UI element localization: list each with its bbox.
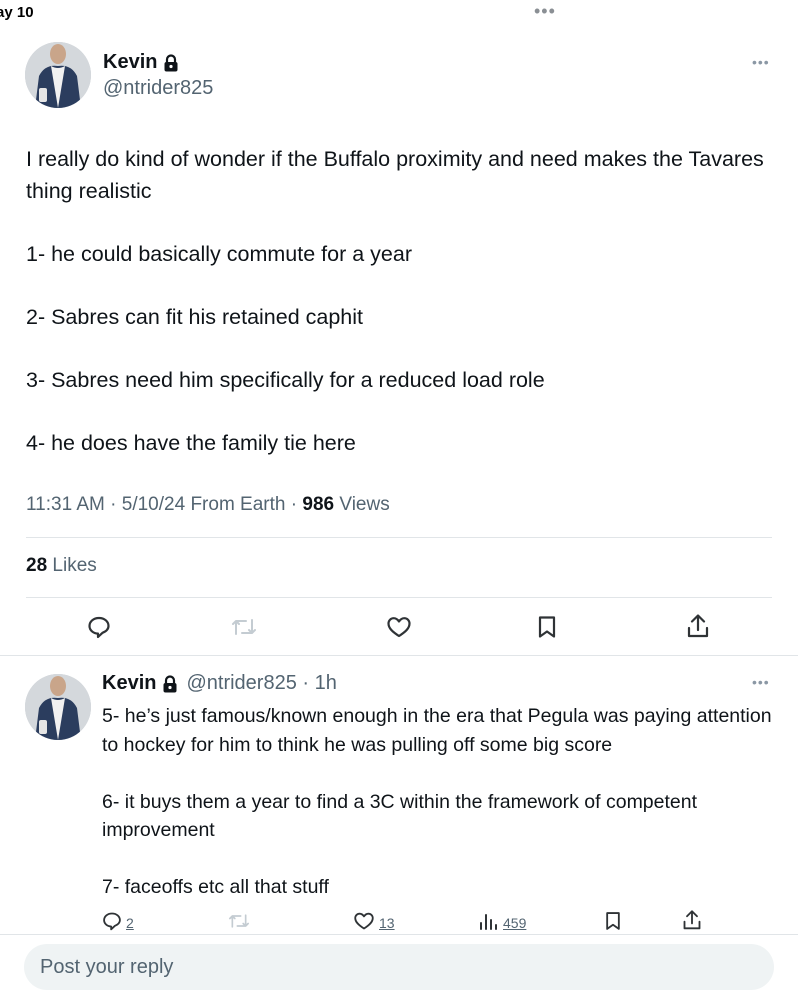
tweet-paragraph: 2- Sabres can fit his retained caphit [26,304,364,329]
reply-icon [102,911,122,934]
retweet-button[interactable] [231,615,257,639]
views-count: 986 [302,494,335,515]
status-bar: ay 10 ••• [0,0,798,24]
reply-paragraph: 6- it buys them a year to find a 3C with… [102,790,698,842]
reply-icon [87,615,111,639]
reply-avatar[interactable] [25,674,91,740]
reply-reply-button[interactable]: 2 [102,911,134,934]
views-label: Views [339,494,390,515]
divider [26,597,772,598]
divider [0,655,798,656]
reply-view-count: 459 [503,914,527,931]
multitask-dots-icon[interactable]: ••• [534,2,556,20]
reply-share-button[interactable] [682,909,702,934]
author-name[interactable]: Kevin [103,51,157,74]
tweet-time[interactable]: 11:31 AM [26,494,105,515]
like-button[interactable] [386,615,412,639]
reply-retweet-button[interactable] [228,911,250,934]
reply-button[interactable] [87,615,111,639]
bookmark-icon [537,615,557,639]
share-button[interactable] [686,613,710,639]
reply-count: 2 [126,914,134,931]
reply-placeholder: Post your reply [40,956,174,978]
status-time: ay 10 [0,4,34,21]
likes-count: 28 [26,555,48,576]
lock-icon [162,674,178,693]
reply-author-handle[interactable]: @ntrider825 [186,672,296,695]
bookmark-button[interactable] [537,615,557,639]
reply-text: 5- he’s just famous/known enough in the … [102,702,772,902]
tweet-paragraph: 1- he could basically commute for a year [26,241,412,266]
lock-icon [163,53,179,72]
share-icon [682,909,702,934]
likes-label: Likes [52,555,97,576]
likes-summary[interactable]: 28 Likes [26,555,97,577]
like-icon [386,615,412,639]
reply-bookmark-button[interactable] [604,911,622,934]
reply-paragraph: 7- faceoffs etc all that stuff [102,876,329,898]
tweet-date[interactable]: 5/10/24 [122,494,185,515]
more-icon[interactable]: ••• [752,674,770,690]
share-icon [686,613,710,639]
avatar[interactable] [25,42,91,108]
reply-like-button[interactable]: 13 [353,911,395,934]
reply-author-name[interactable]: Kevin [102,672,156,695]
tweet-paragraph: 3- Sabres need him specifically for a re… [26,367,545,392]
reply-age[interactable]: 1h [315,672,337,695]
tweet-text: I really do kind of wonder if the Buffal… [26,144,766,459]
retweet-icon [228,911,250,934]
author-row: Kevin [103,51,179,74]
tweet-meta: 11:31 AM · 5/10/24 From Earth · 986 View… [26,494,390,515]
tweet-source: From Earth [190,494,286,515]
tweet-paragraph: I really do kind of wonder if the Buffal… [26,147,764,203]
reply-input[interactable]: Post your reply [24,944,774,990]
reply-author-row: Kevin @ntrider825 · 1h [102,672,337,695]
author-handle[interactable]: @ntrider825 [103,77,213,100]
more-icon[interactable]: ••• [752,54,770,70]
tweet-paragraph: 4- he does have the family tie here [26,430,356,455]
reply-paragraph: 5- he’s just famous/known enough in the … [102,705,772,756]
reply-views-button[interactable]: 459 [479,911,526,934]
retweet-icon [231,615,257,639]
handle-row: @ntrider825 [103,77,213,100]
bookmark-icon [604,911,622,934]
views-icon [479,911,499,934]
divider [26,537,772,538]
like-icon [353,911,375,934]
reply-like-count: 13 [379,914,395,931]
divider [0,934,798,935]
